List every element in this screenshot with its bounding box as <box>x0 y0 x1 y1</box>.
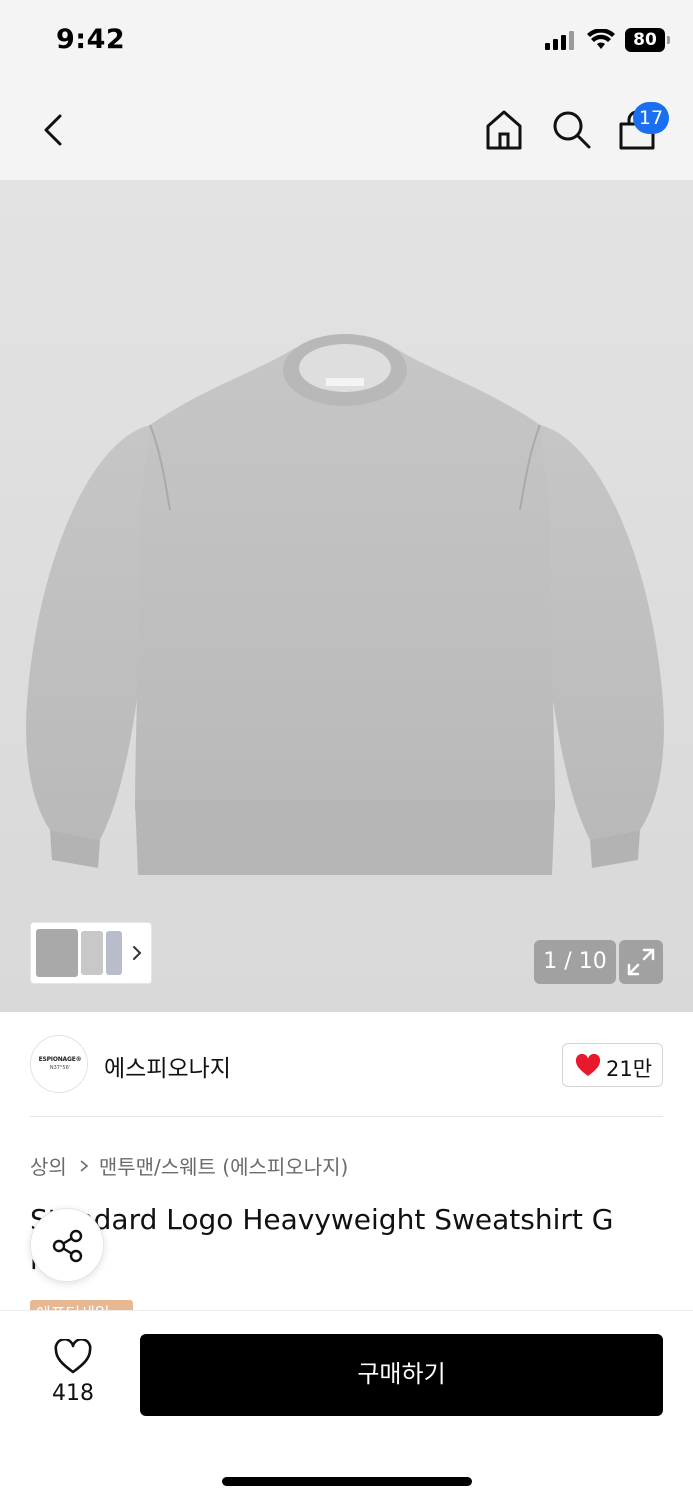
breadcrumb: 상의 맨투맨/스웨트 (에스피오나지) <box>30 1151 348 1180</box>
divider <box>30 1116 663 1117</box>
search-icon[interactable] <box>550 108 592 150</box>
status-icons: 80 <box>545 28 670 52</box>
buy-button[interactable]: 구매하기 <box>140 1334 663 1416</box>
chevron-right-icon <box>80 1159 89 1172</box>
share-icon <box>52 1229 83 1263</box>
battery-icon: 80 <box>625 28 670 52</box>
expand-button[interactable] <box>619 940 663 984</box>
thumbnail-2[interactable] <box>81 931 103 975</box>
brand-name[interactable]: 에스피오나지 <box>104 1049 231 1083</box>
breadcrumb-item-category[interactable]: 상의 <box>30 1151 67 1180</box>
cart-count-badge: 17 <box>633 102 669 134</box>
wifi-icon <box>587 29 615 49</box>
brand-logo[interactable]: ESPIONAGE® N37°56' <box>30 1035 88 1093</box>
product-image-gallery[interactable]: 1 / 10 <box>0 180 693 1012</box>
product-title: Standard Logo Heavyweight Sweatshirt G <box>30 1203 614 1236</box>
thumbnail-1[interactable] <box>36 929 78 977</box>
status-time: 9:42 <box>56 24 126 55</box>
chevron-right-icon[interactable] <box>129 941 145 965</box>
expand-icon <box>627 948 655 976</box>
heart-outline-icon[interactable] <box>53 1339 93 1375</box>
home-indicator <box>222 1477 472 1486</box>
chevron-left-icon[interactable] <box>36 110 72 150</box>
thumbnail-3[interactable] <box>106 931 122 975</box>
wishlist-count: 418 <box>52 1381 94 1406</box>
brand-like-count: 21만 <box>606 1057 653 1081</box>
image-page-counter: 1 / 10 <box>534 940 616 984</box>
sweatshirt-photo <box>26 334 664 875</box>
brand-like-button[interactable]: 21만 <box>562 1043 663 1087</box>
status-bar: 9:42 80 <box>0 0 693 80</box>
bottom-action-bar: 418 구매하기 <box>0 1310 693 1500</box>
breadcrumb-item-subcategory[interactable]: 맨투맨/스웨트 (에스피오나지) <box>99 1151 349 1180</box>
share-button[interactable] <box>30 1208 104 1282</box>
signal-icon <box>545 31 574 50</box>
top-navigation <box>0 80 693 180</box>
thumbnail-strip[interactable] <box>30 922 152 984</box>
brand-logo-subtext: N37°56' <box>49 1065 71 1071</box>
brand-row[interactable]: ESPIONAGE® N37°56' 에스피오나지 21만 <box>30 1035 663 1095</box>
brand-logo-text: ESPIONAGE® <box>38 1056 82 1063</box>
heart-filled-icon <box>575 1054 601 1076</box>
home-icon[interactable] <box>484 108 524 152</box>
